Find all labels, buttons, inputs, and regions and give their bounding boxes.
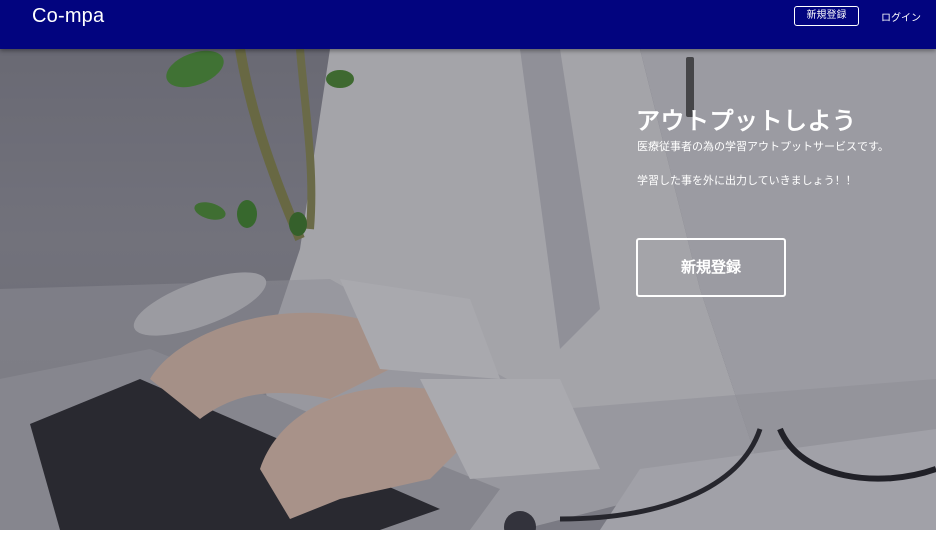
top-navbar: Co-mpa 新規登録 ログイン [0, 0, 936, 49]
hero-section: アウトプットしよう 医療従事者の為の学習アウトプットサービスです。 学習した事を… [0, 49, 936, 530]
hero-title: アウトプットしよう [636, 107, 857, 135]
brand-logo[interactable]: Co-mpa [32, 5, 104, 28]
hero-description-line2: 学習した事を外に出力していきましょう！！ [637, 174, 857, 187]
hero-description-line1: 医療従事者の為の学習アウトプットサービスです。 [637, 140, 889, 153]
hero-signup-button[interactable]: 新規登録 [636, 238, 786, 297]
nav-signup-button[interactable]: 新規登録 [794, 6, 859, 26]
nav-login-link[interactable]: ログイン [881, 9, 921, 24]
